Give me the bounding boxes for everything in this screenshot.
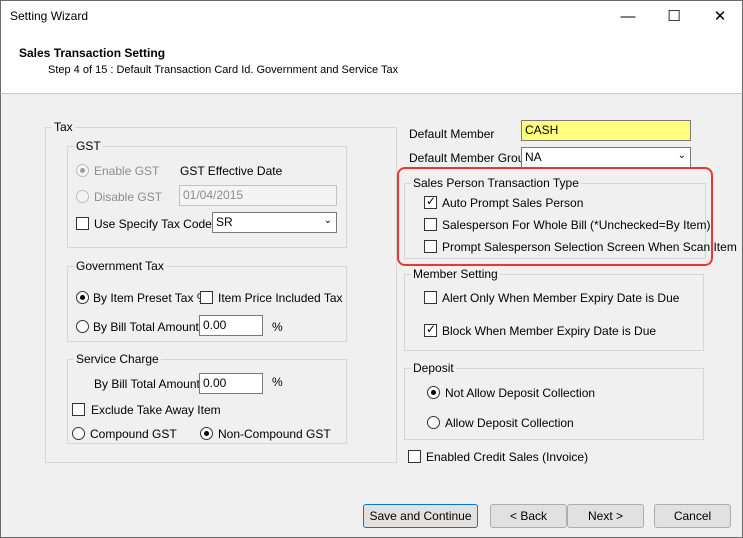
next-button[interactable]: Next >	[567, 504, 644, 528]
enabled-credit-sales-label: Enabled Credit Sales (Invoice)	[426, 450, 589, 464]
gst-group-label: GST	[74, 139, 103, 153]
salesperson-whole-bill-checkbox[interactable]	[424, 218, 437, 231]
title-bar: Setting Wizard — ☐ ✕	[0, 0, 743, 32]
compound-gst-radio[interactable]	[72, 427, 85, 440]
chevron-down-icon: ⌄	[323, 215, 332, 226]
non-compound-gst-radio[interactable]	[200, 427, 213, 440]
default-member-group-label: Default Member Group	[409, 151, 532, 165]
allow-deposit-radio[interactable]	[427, 416, 440, 429]
enable-gst-label: Enable GST	[94, 164, 160, 178]
deposit-label: Deposit	[411, 361, 456, 375]
salesperson-whole-bill-label: Salesperson For Whole Bill (*Unchecked=B…	[442, 218, 711, 232]
member-setting-group: Member Setting	[404, 267, 704, 351]
gst-effective-date-field[interactable]: 01/04/2015	[179, 185, 337, 206]
alert-only-expiry-checkbox[interactable]	[424, 291, 437, 304]
gov-tax-percent: %	[272, 320, 283, 334]
default-member-group-value: NA	[525, 150, 542, 164]
auto-prompt-sales-person-checkbox[interactable]	[424, 194, 437, 209]
chevron-down-icon: ⌄	[677, 150, 686, 161]
exclude-take-away-label: Exclude Take Away Item	[91, 403, 221, 417]
use-specify-tax-code-checkbox[interactable]	[76, 217, 89, 230]
tax-group-label: Tax	[52, 120, 75, 134]
alert-only-expiry-label: Alert Only When Member Expiry Date is Du…	[442, 291, 680, 305]
close-icon[interactable]: ✕	[697, 1, 743, 32]
window-title: Setting Wizard	[10, 9, 89, 23]
back-button[interactable]: < Back	[490, 504, 567, 528]
service-by-bill-total-label: By Bill Total Amount	[94, 377, 200, 391]
non-compound-gst-label: Non-Compound GST	[218, 427, 331, 441]
tax-code-value: SR	[216, 215, 233, 229]
minimize-icon[interactable]: —	[605, 1, 651, 32]
service-charge-amount-field[interactable]: 0.00	[199, 373, 263, 394]
item-price-included-tax-label: Item Price Included Tax	[218, 291, 343, 305]
wizard-header: Sales Transaction Setting Step 4 of 15 :…	[0, 32, 743, 94]
step-subtitle: Step 4 of 15 : Default Transaction Card …	[48, 64, 399, 76]
member-setting-label: Member Setting	[411, 267, 500, 281]
page-title: Sales Transaction Setting	[19, 46, 166, 60]
prompt-salesperson-scan-checkbox[interactable]	[424, 240, 437, 253]
by-bill-total-gov-label: By Bill Total Amount	[93, 320, 199, 334]
compound-gst-label: Compound GST	[90, 427, 177, 441]
prompt-salesperson-scan-label: Prompt Salesperson Selection Screen When…	[442, 240, 737, 254]
auto-prompt-sales-person-label: Auto Prompt Sales Person	[442, 196, 584, 210]
item-price-included-tax-checkbox[interactable]	[200, 291, 213, 304]
not-allow-deposit-radio[interactable]	[427, 386, 440, 399]
service-charge-percent: %	[272, 375, 283, 389]
allow-deposit-label: Allow Deposit Collection	[445, 416, 574, 430]
tax-code-select[interactable]: SR ⌄	[212, 212, 337, 233]
by-item-preset-tax-label: By Item Preset Tax %	[93, 291, 208, 305]
government-tax-label: Government Tax	[74, 259, 166, 273]
by-item-preset-tax-radio[interactable]	[76, 291, 89, 304]
default-member-field[interactable]: CASH	[521, 120, 691, 141]
exclude-take-away-checkbox[interactable]	[72, 403, 85, 416]
by-bill-total-gov-radio[interactable]	[76, 320, 89, 333]
maximize-icon[interactable]: ☐	[651, 1, 697, 32]
enabled-credit-sales-checkbox[interactable]	[408, 450, 421, 463]
default-member-group-select[interactable]: NA ⌄	[521, 147, 691, 168]
disable-gst-radio[interactable]	[76, 190, 89, 203]
block-expiry-label: Block When Member Expiry Date is Due	[442, 324, 657, 338]
enable-gst-radio[interactable]	[76, 164, 89, 177]
use-specify-tax-code-label: Use Specify Tax Code	[94, 217, 212, 231]
service-charge-label: Service Charge	[74, 352, 161, 366]
disable-gst-label: Disable GST	[94, 190, 163, 204]
gst-effective-date-label: GST Effective Date	[180, 164, 283, 178]
gov-tax-amount-field[interactable]: 0.00	[199, 315, 263, 336]
cancel-button[interactable]: Cancel	[654, 504, 731, 528]
save-and-continue-button[interactable]: Save and Continue	[363, 504, 478, 528]
default-member-label: Default Member	[409, 127, 495, 141]
not-allow-deposit-label: Not Allow Deposit Collection	[445, 386, 596, 400]
block-expiry-checkbox[interactable]	[424, 322, 437, 337]
